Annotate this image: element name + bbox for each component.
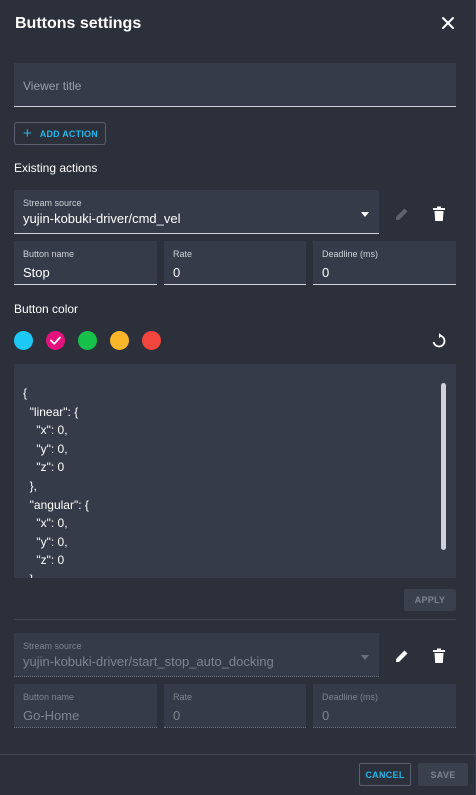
chevron-down-icon: [361, 212, 369, 217]
button-name-field-2[interactable]: Button name Go-Home: [14, 684, 157, 728]
stream-source-select-2[interactable]: Stream source yujin-kobuki-driver/start_…: [14, 633, 379, 677]
action-divider: [14, 619, 456, 620]
json-payload-editor[interactable]: { "linear": { "x": 0, "y": 0, "z": 0 }, …: [14, 364, 456, 578]
viewer-title-input[interactable]: Viewer title: [14, 63, 456, 107]
color-swatch-cyan[interactable]: [14, 331, 33, 350]
button-name-label: Button name: [23, 249, 75, 259]
button-name-value: Stop: [23, 265, 50, 280]
color-swatch-red[interactable]: [142, 331, 161, 350]
color-swatch-yellow[interactable]: [110, 331, 129, 350]
buttons-settings-dialog: Buttons settings Viewer title + ADD ACTI…: [0, 0, 476, 795]
deadline-field-2[interactable]: Deadline (ms) 0: [313, 684, 456, 728]
rate-field-2[interactable]: Rate 0: [164, 684, 306, 728]
deadline-label-2: Deadline (ms): [322, 692, 379, 702]
delete-icon[interactable]: [429, 204, 449, 224]
plus-icon: +: [23, 125, 32, 142]
stream-source-value: yujin-kobuki-driver/cmd_vel: [23, 211, 181, 226]
json-payload-text: { "linear": { "x": 0, "y": 0, "z": 0 }, …: [23, 386, 89, 578]
stream-source-select[interactable]: Stream source yujin-kobuki-driver/cmd_ve…: [14, 190, 379, 234]
chevron-down-icon: [361, 655, 369, 660]
edit-icon[interactable]: [392, 204, 412, 224]
rate-field[interactable]: Rate 0: [164, 241, 306, 285]
reset-color-icon[interactable]: [429, 331, 449, 351]
button-color-heading: Button color: [14, 302, 79, 316]
check-icon: [50, 336, 61, 345]
add-action-button[interactable]: + ADD ACTION: [14, 122, 106, 145]
color-swatch-magenta[interactable]: [46, 331, 65, 350]
cancel-button[interactable]: CANCEL: [359, 763, 411, 786]
rate-label: Rate: [173, 249, 193, 259]
footer-divider: [0, 754, 476, 755]
color-swatch-green[interactable]: [78, 331, 97, 350]
apply-button[interactable]: APPLY: [404, 589, 456, 611]
dialog-header: Buttons settings: [15, 12, 460, 36]
rate-value: 0: [173, 265, 181, 280]
save-button[interactable]: SAVE: [418, 763, 468, 786]
button-name-value-2: Go-Home: [23, 708, 80, 723]
scrollbar-thumb[interactable]: [441, 383, 446, 550]
existing-actions-heading: Existing actions: [14, 161, 98, 175]
deadline-label: Deadline (ms): [322, 249, 379, 259]
close-icon[interactable]: [440, 15, 456, 31]
edit-icon[interactable]: [392, 646, 412, 666]
stream-source-label-2: Stream source: [23, 641, 82, 651]
delete-icon[interactable]: [429, 646, 449, 666]
deadline-value-2: 0: [322, 708, 330, 723]
dialog-title: Buttons settings: [15, 15, 142, 32]
stream-source-value-2: yujin-kobuki-driver/start_stop_auto_dock…: [23, 654, 274, 669]
deadline-value: 0: [322, 265, 330, 280]
add-action-label: ADD ACTION: [39, 128, 98, 139]
stream-source-label: Stream source: [23, 198, 82, 208]
button-name-label-2: Button name: [23, 692, 75, 702]
deadline-field[interactable]: Deadline (ms) 0: [313, 241, 456, 285]
viewer-title-placeholder: Viewer title: [23, 79, 82, 93]
rate-value-2: 0: [173, 708, 181, 723]
button-name-field[interactable]: Button name Stop: [14, 241, 157, 285]
rate-label-2: Rate: [173, 692, 193, 702]
